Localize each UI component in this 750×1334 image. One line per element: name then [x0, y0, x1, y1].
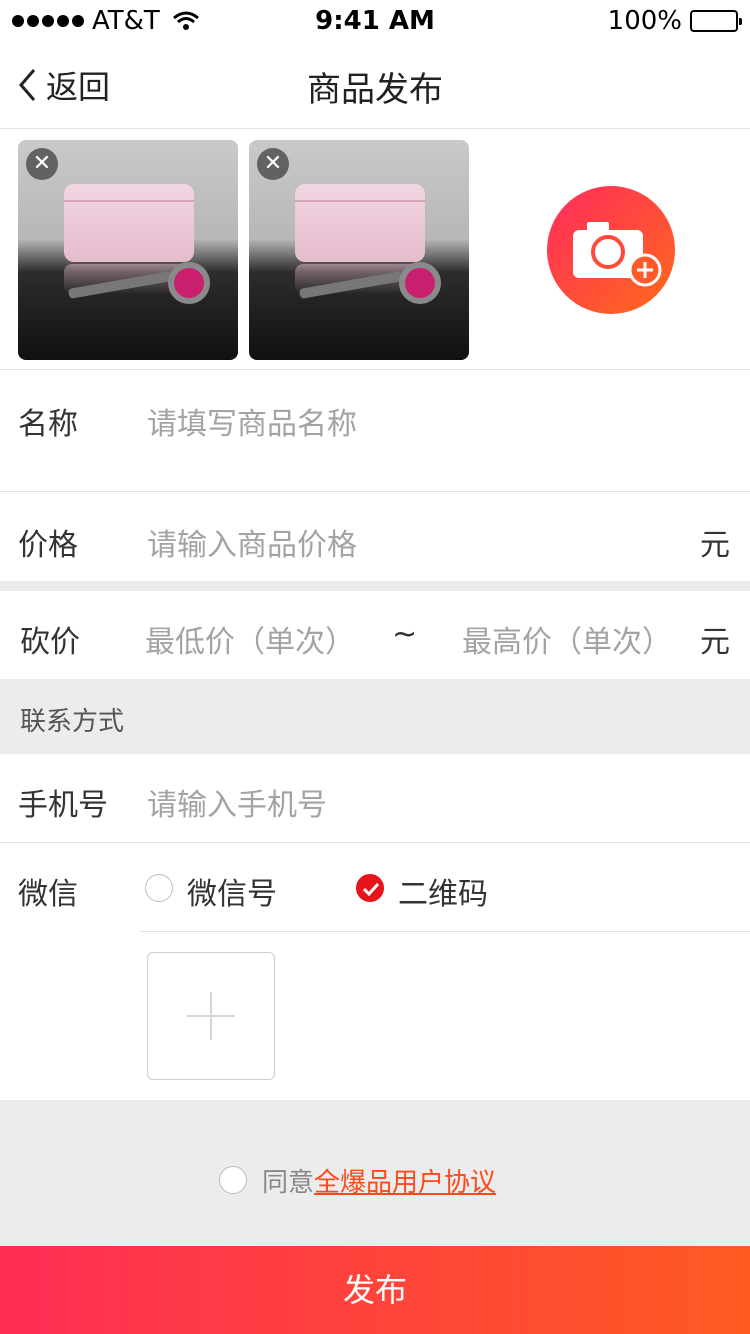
battery-info: 100%: [607, 6, 742, 36]
phone-row: 手机号 请输入手机号: [0, 754, 750, 843]
range-separator: ~: [392, 617, 418, 652]
wechat-row: 微信 微信号 二维码: [0, 843, 750, 1100]
upload-qr-button[interactable]: [147, 952, 275, 1080]
bargain-row: 砍价 最低价（单次） ~ 最高价（单次） 元: [0, 591, 750, 679]
bargain-label: 砍价: [20, 625, 80, 660]
min-price-input[interactable]: 最低价（单次）: [145, 617, 355, 661]
battery-icon: [690, 10, 742, 32]
agreement-text: 同意全爆品用户协议: [262, 1162, 496, 1199]
contact-section-header: 联系方式: [0, 679, 750, 754]
navigation-bar: 返回 商品发布: [0, 40, 750, 129]
divider: [140, 931, 750, 932]
product-photo-1[interactable]: ✕: [18, 140, 238, 360]
price-unit: 元: [700, 528, 730, 563]
contact-section-title: 联系方式: [20, 707, 125, 737]
agreement-prefix: 同意: [262, 1168, 315, 1198]
photo-section: ✕ ✕: [0, 130, 750, 370]
wechat-id-option-label: 微信号: [187, 877, 277, 912]
agreement-checkbox[interactable]: [219, 1166, 247, 1194]
plus-icon: [187, 992, 235, 1040]
max-price-input[interactable]: 最高价（单次）: [462, 617, 672, 661]
name-input[interactable]: 请填写商品名称: [147, 399, 357, 443]
qr-code-option-label: 二维码: [398, 877, 488, 912]
agreement-link[interactable]: 全爆品用户协议: [314, 1168, 496, 1198]
page-title: 商品发布: [307, 70, 443, 110]
price-row: 价格 请输入商品价格 元: [0, 492, 750, 581]
name-row: 名称 请填写商品名称: [0, 371, 750, 492]
phone-label: 手机号: [18, 788, 108, 823]
camera-plus-icon: [573, 222, 662, 287]
publish-button[interactable]: 发布: [0, 1246, 750, 1334]
price-input[interactable]: 请输入商品价格: [147, 520, 357, 564]
wechat-label: 微信: [18, 877, 78, 912]
remove-photo-icon[interactable]: ✕: [26, 148, 58, 180]
agreement-area: 同意全爆品用户协议: [0, 1100, 750, 1246]
battery-percent: 100%: [607, 6, 682, 36]
add-photo-button[interactable]: [547, 186, 675, 314]
price-label: 价格: [18, 528, 78, 563]
phone-input[interactable]: 请输入手机号: [147, 780, 327, 824]
remove-photo-icon[interactable]: ✕: [257, 148, 289, 180]
status-bar: AT&T 9:41 AM 100%: [0, 0, 750, 40]
bargain-unit: 元: [700, 625, 730, 660]
radio-unchecked-icon[interactable]: [145, 874, 173, 902]
product-photo-2[interactable]: ✕: [249, 140, 469, 360]
name-label: 名称: [18, 407, 78, 442]
section-divider: [0, 581, 750, 591]
radio-checked-icon[interactable]: [356, 874, 384, 902]
